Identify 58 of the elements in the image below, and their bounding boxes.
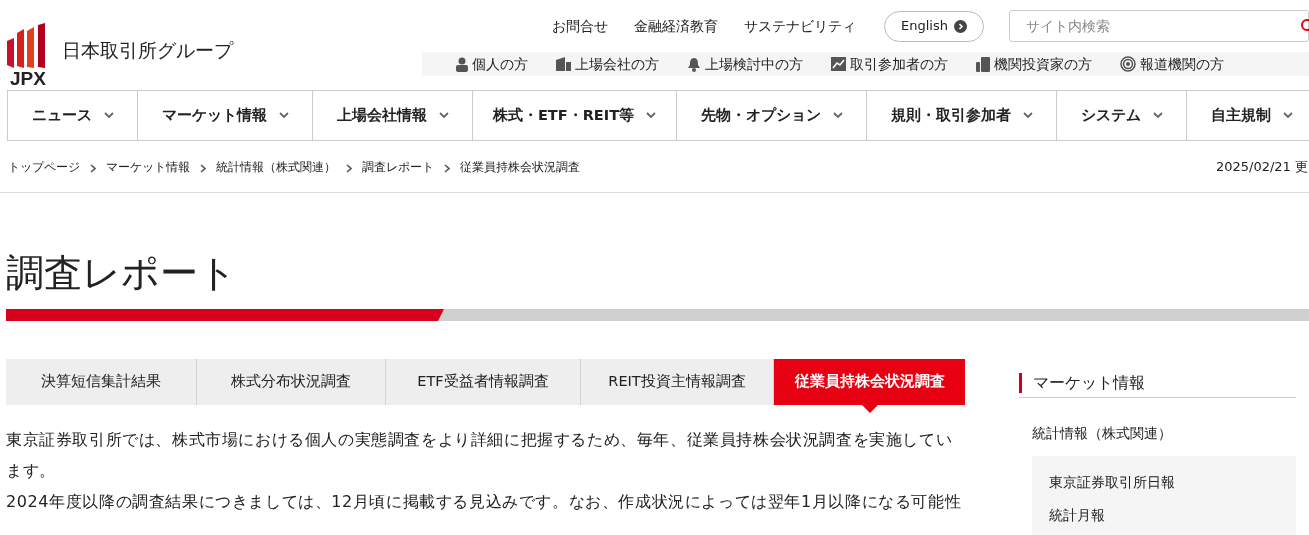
chevron-right-icon: [346, 164, 352, 173]
breadcrumb-item[interactable]: トップページ: [8, 157, 80, 176]
audience-link[interactable]: 上場検討中の方: [683, 53, 808, 75]
nav-menu-item[interactable]: システム: [1056, 91, 1186, 140]
audience-link[interactable]: 取引参加者の方: [827, 53, 953, 75]
tab[interactable]: REIT投資主情報調査: [581, 359, 774, 405]
body-paragraph: 東京証券取引所では、株式市場における個人の実態調査をより詳細に把握するため、毎年、従業員持株会状況調査を実施してい ます。: [6, 429, 953, 482]
company-name: 日本取引所グループ: [62, 37, 233, 63]
body-paragraph: 2024年度以降の調査結果につきましては、12月頃に掲載する見込みです。なお、作成状況によっては翌年1月以降になる可能性: [6, 491, 962, 513]
utility-link[interactable]: サステナビリティ: [744, 15, 857, 37]
chevron-right-icon: [200, 164, 206, 173]
tab[interactable]: ETF受益者情報調査: [386, 359, 581, 405]
nav-menu-item[interactable]: マーケット情報: [137, 91, 312, 140]
nav-menu-item[interactable]: 先物・オプション: [676, 91, 866, 140]
devices-icon: [976, 56, 991, 72]
breadcrumb-item[interactable]: マーケット情報: [106, 157, 190, 176]
nav-menu-item[interactable]: 自主規制: [1186, 91, 1309, 140]
chart-icon: [831, 57, 847, 71]
breadcrumb-item[interactable]: 調査レポート: [362, 157, 434, 176]
nav-menu-item[interactable]: 上場会社情報: [312, 91, 472, 140]
breadcrumb-item[interactable]: 統計情報（株式関連）: [216, 157, 336, 176]
nav-menu-item[interactable]: 株式・ETF・REIT等: [472, 91, 676, 140]
tab-pointer-icon: [861, 405, 878, 413]
chevron-down-icon: [1152, 112, 1163, 119]
chevron-down-icon: [438, 112, 449, 119]
audience-link[interactable]: 上場会社の方: [552, 53, 664, 75]
page-title: 調査レポート: [6, 250, 238, 297]
broadcast-icon: [1120, 56, 1137, 72]
update-date: 2025/02/21 更: [1215, 157, 1309, 176]
sidebar-title: マーケット情報: [1033, 372, 1145, 394]
chevron-down-icon: [278, 112, 289, 119]
nav-menu-item[interactable]: ニュース: [7, 91, 137, 140]
tab[interactable]: 株式分布状況調査: [197, 359, 386, 405]
chevron-down-icon: [103, 112, 114, 119]
nav-menu-item[interactable]: 規則・取引参加者: [866, 91, 1056, 140]
utility-link[interactable]: お問合せ: [552, 15, 609, 37]
chevron-down-icon: [646, 112, 657, 119]
search-icon: [1299, 19, 1309, 33]
utility-link[interactable]: 金融経済教育: [634, 15, 719, 37]
chevron-down-icon: [1022, 112, 1033, 119]
chevron-down-icon: [1282, 112, 1293, 119]
audience-link[interactable]: 報道機関の方: [1116, 53, 1229, 75]
audience-link[interactable]: 機関投資家の方: [972, 53, 1097, 75]
sidebar-link[interactable]: 統計月報: [1049, 505, 1296, 526]
search-field[interactable]: サイト内検索: [1009, 10, 1309, 42]
bell-icon: [687, 56, 702, 72]
chevron-right-icon: [444, 164, 450, 173]
chevron-right-icon: [90, 164, 96, 173]
tab[interactable]: 決算短信集計結果: [6, 359, 197, 405]
chevron-down-icon: [832, 112, 843, 119]
audience-link[interactable]: 個人の方: [452, 53, 533, 75]
person-icon: [456, 56, 469, 72]
sidebar-link[interactable]: 統計情報（株式関連）: [1032, 423, 1296, 444]
breadcrumb-item: 従業員持株会状況調査: [460, 158, 580, 176]
arrow-circle-icon: [954, 19, 967, 33]
logo-text: JPX: [10, 68, 46, 90]
building-icon: [556, 57, 572, 71]
sidebar-link[interactable]: 東京証券取引所日報: [1049, 472, 1296, 493]
